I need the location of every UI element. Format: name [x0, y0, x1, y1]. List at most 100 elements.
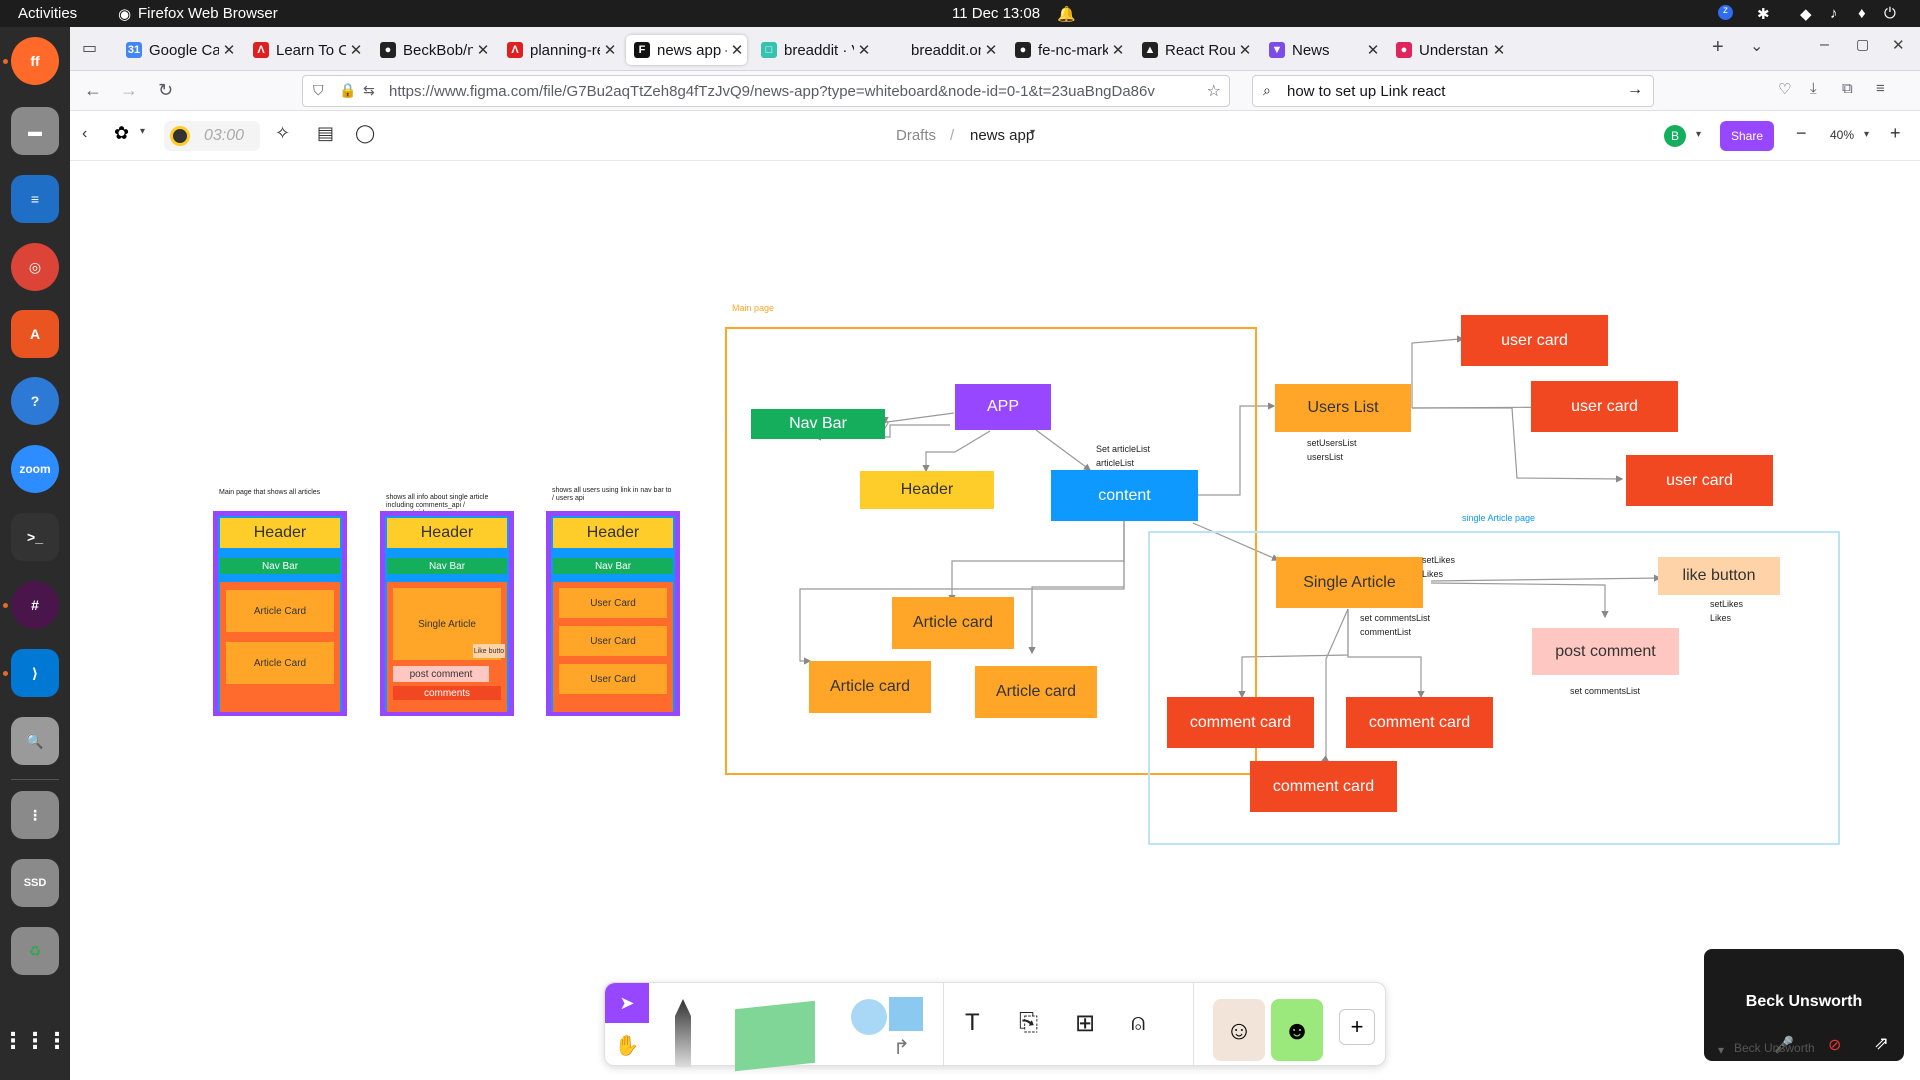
node-app[interactable]: APP	[955, 384, 1051, 430]
connector-tool-icon[interactable]: ↱	[893, 1035, 910, 1060]
ai-sparkle-icon[interactable]: ✧	[275, 123, 290, 144]
chrome-icon[interactable]: ◎	[11, 243, 59, 291]
stamp-tool-icon[interactable]: ⍝	[1131, 1009, 1145, 1037]
browser-tab[interactable]: ● BeckBob/nc✕	[372, 35, 493, 65]
wireframe-main-page[interactable]: Header Nav Bar Article Card Article Card	[213, 511, 347, 716]
shape-circle-icon[interactable]	[851, 999, 887, 1035]
help-icon[interactable]: ?	[11, 377, 59, 425]
clock[interactable]: 11 Dec 13:08	[952, 5, 1040, 22]
wireframe-single-article[interactable]: Header Nav Bar Single Article Like butto…	[380, 511, 514, 716]
node-user-card[interactable]: user card	[1626, 455, 1773, 506]
slack-status-icon[interactable]: ✱	[1757, 5, 1770, 23]
shape-square-icon[interactable]	[889, 997, 923, 1031]
file-name[interactable]: news app	[970, 127, 1034, 144]
close-tab-icon[interactable]: ✕	[219, 41, 239, 59]
section-tool-icon[interactable]: ⎘	[1019, 1009, 1038, 1037]
shield-icon[interactable]: ⛉	[313, 82, 324, 99]
zoom-status-icon[interactable]: z	[1718, 5, 1733, 20]
figjam-canvas[interactable]: Main page single Article page Main page …	[70, 161, 1920, 1080]
show-apps-icon[interactable]: ⋮⋮⋮	[2, 1017, 68, 1065]
go-arrow-icon[interactable]: →	[1627, 81, 1643, 99]
browser-tab[interactable]: breaddit.onrend✕	[880, 35, 1001, 65]
close-tab-icon[interactable]: ✕	[1235, 41, 1255, 59]
node-nav-bar[interactable]: Nav Bar	[751, 409, 885, 439]
lock-icon[interactable]: 🔒	[339, 82, 356, 99]
drive-icon[interactable]: ⋮	[11, 791, 59, 839]
zoom-level[interactable]: 40%	[1830, 128, 1854, 142]
ssd-drive-icon[interactable]: SSD	[11, 859, 59, 907]
close-tab-icon[interactable]: ✕	[600, 41, 620, 59]
browser-tab[interactable]: □ breaddit · V ✕	[753, 35, 874, 65]
mic-muted-icon[interactable]: 🎤	[1774, 1035, 1794, 1055]
widgets-icon[interactable]: ☺	[1213, 999, 1265, 1061]
sticky-note-tool-icon[interactable]	[735, 1000, 815, 1072]
popout-icon[interactable]: ⇗	[1874, 1033, 1889, 1054]
browser-tab[interactable]: Fnews app – F✕	[626, 35, 747, 65]
hand-tool-icon[interactable]: ✋	[605, 1025, 649, 1065]
browser-tab[interactable]: Λplanning-rea✕	[499, 35, 620, 65]
breadcrumb-drafts[interactable]: Drafts	[896, 127, 936, 144]
microphone-icon[interactable]: ♦	[1858, 5, 1866, 22]
node-article-card[interactable]: Article card	[892, 597, 1014, 649]
close-tab-icon[interactable]: ✕	[1363, 41, 1383, 59]
node-comment-card[interactable]: comment card	[1167, 697, 1314, 748]
browser-tab[interactable]: ● Understandi✕	[1388, 35, 1509, 65]
close-tab-icon[interactable]: ✕	[1489, 41, 1509, 59]
figjam-menu-icon[interactable]: ✿	[114, 123, 129, 144]
table-tool-icon[interactable]: ⊞	[1075, 1009, 1095, 1038]
more-tools-plus-icon[interactable]: +	[1339, 1009, 1375, 1045]
node-single-article[interactable]: Single Article	[1276, 557, 1423, 608]
writer-icon[interactable]: ≡	[11, 175, 59, 223]
files-icon[interactable]: ▬	[11, 107, 59, 155]
search-bar[interactable]: ⌕ how to set up Link react →	[1252, 75, 1654, 107]
plugins-icon[interactable]: ☻	[1271, 999, 1323, 1061]
node-article-card[interactable]: Article card	[809, 661, 931, 713]
app-name[interactable]: Firefox Web Browser	[138, 5, 278, 22]
layout-icon[interactable]: ▤	[317, 123, 334, 144]
trash-icon[interactable]: ♻	[11, 927, 59, 975]
vscode-icon[interactable]: ⟩	[11, 649, 59, 697]
node-post-comment[interactable]: post comment	[1532, 628, 1679, 675]
new-tab-icon[interactable]: +	[1712, 36, 1724, 59]
pocket-icon[interactable]: ♡	[1778, 80, 1791, 98]
node-like-button[interactable]: like button	[1658, 557, 1780, 595]
node-users-list[interactable]: Users List	[1275, 384, 1411, 432]
close-tab-icon[interactable]: ✕	[1108, 41, 1128, 59]
wireframe-users-page[interactable]: Header Nav Bar User Card User Card User …	[546, 511, 680, 716]
node-user-card[interactable]: user card	[1531, 381, 1678, 432]
software-store-icon[interactable]: A	[11, 310, 59, 358]
close-tab-icon[interactable]: ✕	[346, 41, 366, 59]
zoom-icon[interactable]: zoom	[11, 445, 59, 493]
back-chevron-icon[interactable]: ‹	[82, 125, 87, 143]
node-user-card[interactable]: user card	[1461, 315, 1608, 366]
minimize-icon[interactable]: –	[1820, 36, 1829, 54]
zoom-menu-chevron-icon[interactable]: ▾	[1718, 1043, 1724, 1057]
downloads-icon[interactable]: ⤓	[1810, 80, 1817, 97]
close-tab-icon[interactable]: ✕	[727, 41, 747, 59]
wifi-icon[interactable]: ◆	[1800, 5, 1812, 23]
bookmark-star-icon[interactable]: ☆	[1202, 81, 1221, 101]
avatar-chevron-icon[interactable]: ▾	[1696, 129, 1701, 140]
timer-widget[interactable]: 03:00	[164, 121, 260, 151]
node-comment-card[interactable]: comment card	[1346, 697, 1493, 748]
close-tab-icon[interactable]: ✕	[981, 41, 1001, 59]
zoom-participant-card[interactable]: Beck Unsworth ▾ Beck Unsworth 🎤 ⊘ ⇗	[1704, 949, 1904, 1061]
node-comment-card[interactable]: comment card	[1250, 761, 1397, 812]
video-off-icon[interactable]: ⊘	[1828, 1035, 1841, 1055]
slack-icon[interactable]: #	[11, 581, 59, 629]
reload-icon[interactable]: ↻	[158, 80, 173, 101]
zoom-chevron-icon[interactable]: ▾	[1864, 129, 1869, 140]
pen-tool-icon[interactable]	[675, 999, 691, 1067]
browser-tab[interactable]: ● fe-nc-market✕	[1007, 35, 1128, 65]
zoom-out-icon[interactable]: −	[1796, 123, 1807, 144]
volume-icon[interactable]: ♪	[1830, 5, 1838, 22]
browser-tab[interactable]: ▼ News ✕	[1261, 35, 1383, 65]
forward-icon[interactable]: →	[120, 80, 138, 101]
comment-icon[interactable]: ◯	[355, 123, 375, 144]
close-tab-icon[interactable]: ✕	[854, 41, 874, 59]
firefox-icon[interactable]: ff	[11, 37, 59, 85]
maximize-icon[interactable]: ▢	[1856, 36, 1869, 53]
close-tab-icon[interactable]: ✕	[473, 41, 493, 59]
chevron-down-icon[interactable]: ▾	[140, 126, 145, 137]
avatar[interactable]: B	[1664, 125, 1686, 147]
